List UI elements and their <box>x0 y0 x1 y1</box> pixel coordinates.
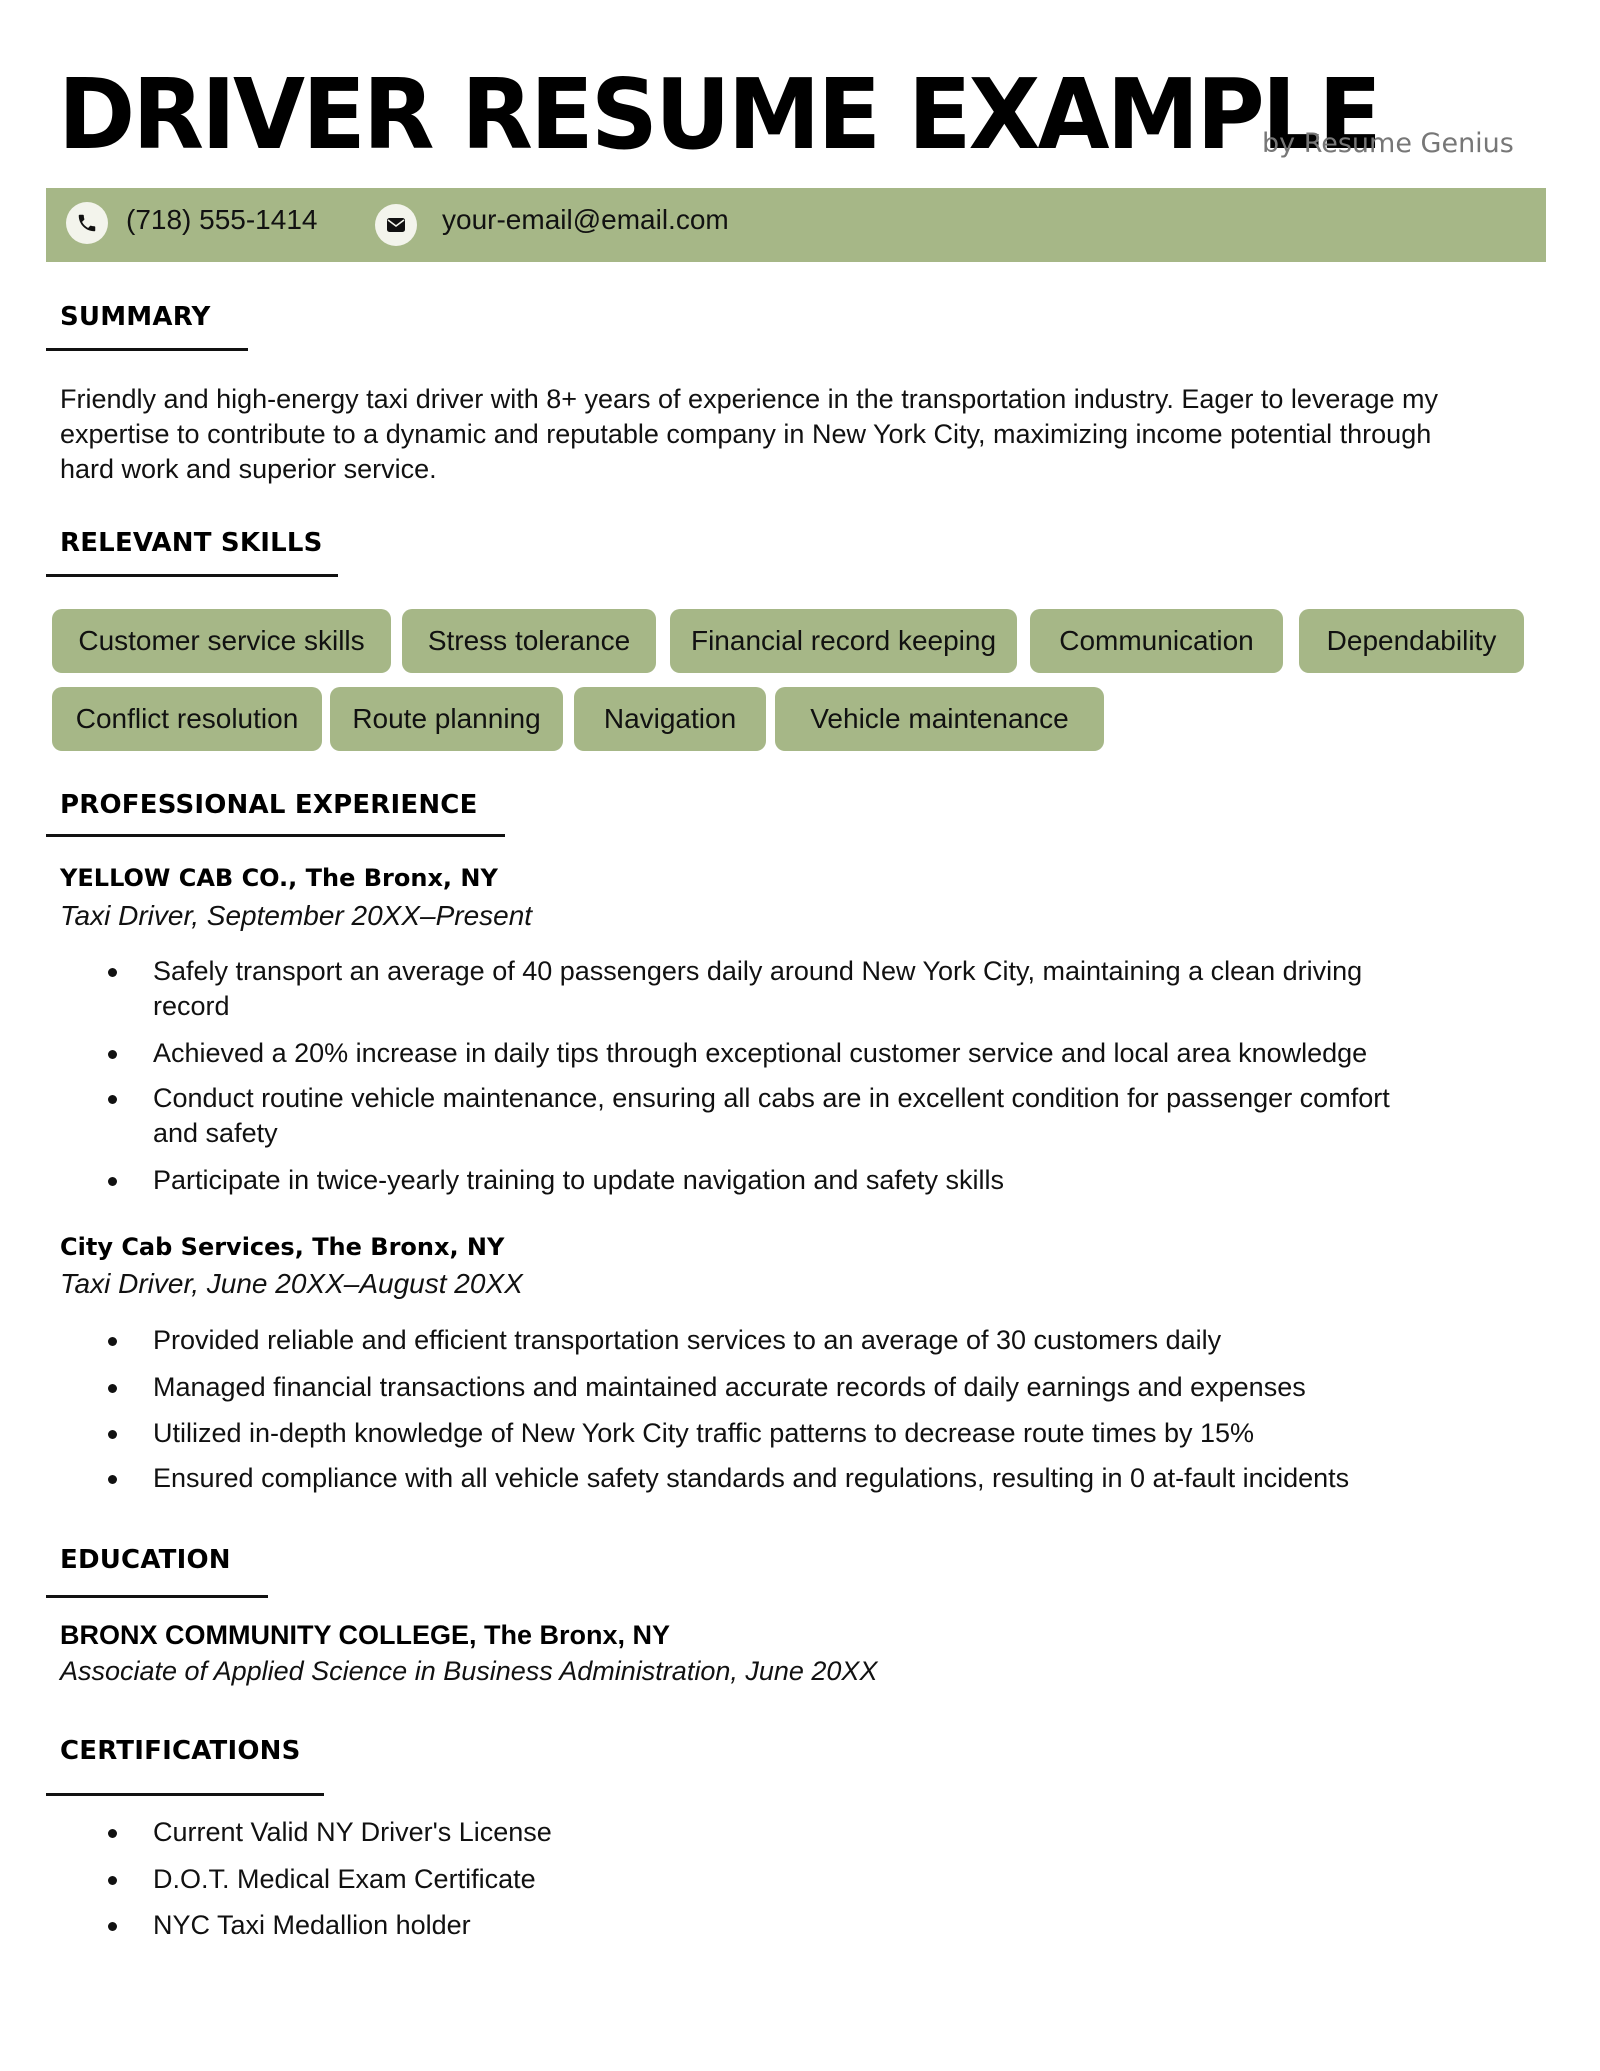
bullet-text: record <box>153 991 230 1021</box>
certification-item: D.O.T. Medical Exam Certificate <box>104 1862 1464 1897</box>
job-bullet: Participate in twice-yearly training to … <box>104 1163 1464 1198</box>
summary-line: expertise to contribute to a dynamic and… <box>60 419 1432 449</box>
skill-tag: Vehicle maintenance <box>775 687 1104 751</box>
page-title: DRIVER RESUME EXAMPLE <box>58 58 1382 171</box>
job-bullet: Utilized in-depth knowledge of New York … <box>104 1416 1464 1451</box>
job-company: City Cab Services, The Bronx, NY <box>60 1233 505 1261</box>
bullet-text: Ensured compliance with all vehicle safe… <box>153 1463 1350 1493</box>
bullet-dot <box>104 1323 153 1358</box>
bullet-text: Current Valid NY Driver's License <box>153 1817 552 1847</box>
certification-item: Current Valid NY Driver's License <box>104 1815 1464 1850</box>
bullet-dot <box>104 1081 153 1151</box>
job-bullet: Provided reliable and efficient transpor… <box>104 1323 1464 1358</box>
summary-heading: SUMMARY <box>60 302 211 332</box>
skill-tag: Customer service skills <box>52 609 391 673</box>
bullet-dot <box>104 954 153 1024</box>
bullet-text: Achieved a 20% increase in daily tips th… <box>153 1038 1368 1068</box>
envelope-icon <box>375 204 417 246</box>
bullet-text: NYC Taxi Medallion holder <box>153 1910 471 1940</box>
bullet-text: D.O.T. Medical Exam Certificate <box>153 1864 536 1894</box>
email-address[interactable]: your-email@email.com <box>442 204 729 236</box>
phone-icon <box>66 202 108 244</box>
education-degree: Associate of Applied Science in Business… <box>60 1656 878 1686</box>
skill-tag: Stress tolerance <box>402 609 656 673</box>
bullet-dot <box>104 1461 153 1496</box>
skill-tag: Navigation <box>574 687 766 751</box>
bullet-text: Utilized in-depth knowledge of New York … <box>153 1418 1255 1448</box>
skill-tag: Conflict resolution <box>52 687 322 751</box>
bullet-text: Participate in twice-yearly training to … <box>153 1165 1004 1195</box>
skills-heading: RELEVANT SKILLS <box>60 528 323 558</box>
job-company: YELLOW CAB CO., The Bronx, NY <box>60 864 498 892</box>
job-role: Taxi Driver, June 20XX–August 20XX <box>60 1268 523 1299</box>
bullet-text: Safely transport an average of 40 passen… <box>153 956 1363 986</box>
bullet-dot <box>104 1370 153 1405</box>
bullet-text: and safety <box>153 1118 278 1148</box>
certification-item: NYC Taxi Medallion holder <box>104 1908 1464 1943</box>
summary-line: hard work and superior service. <box>60 454 437 484</box>
skill-tag: Route planning <box>330 687 563 751</box>
experience-divider <box>46 834 505 837</box>
education-school: BRONX COMMUNITY COLLEGE, The Bronx, NY <box>60 1620 671 1650</box>
bullet-dot <box>104 1163 153 1198</box>
byline: by Resume Genius <box>1262 128 1514 159</box>
summary-text: Friendly and high-energy taxi driver wit… <box>60 382 1540 487</box>
skill-tag: Dependability <box>1299 609 1524 673</box>
bullet-dot <box>104 1908 153 1943</box>
skills-divider <box>46 574 338 577</box>
job-role: Taxi Driver, September 20XX–Present <box>60 900 533 931</box>
job-bullet: Managed financial transactions and maint… <box>104 1370 1464 1405</box>
summary-divider <box>46 348 248 351</box>
education-divider <box>46 1595 268 1598</box>
bullet-dot <box>104 1815 153 1850</box>
job-bullet: Ensured compliance with all vehicle safe… <box>104 1461 1464 1496</box>
skill-tag: Financial record keeping <box>670 609 1017 673</box>
job-bullet: Safely transport an average of 40 passen… <box>104 954 1464 1024</box>
bullet-text: Managed financial transactions and maint… <box>153 1372 1306 1402</box>
job-bullet: Achieved a 20% increase in daily tips th… <box>104 1036 1464 1071</box>
job-bullet: Conduct routine vehicle maintenance, ens… <box>104 1081 1464 1151</box>
experience-heading: PROFESSIONAL EXPERIENCE <box>60 790 478 820</box>
bullet-text: Provided reliable and efficient transpor… <box>153 1325 1222 1355</box>
certifications-heading: CERTIFICATIONS <box>60 1736 301 1766</box>
certifications-divider <box>46 1793 324 1796</box>
skill-tag: Communication <box>1030 609 1283 673</box>
bullet-text: Conduct routine vehicle maintenance, ens… <box>153 1083 1390 1113</box>
bullet-dot <box>104 1036 153 1071</box>
bullet-dot <box>104 1416 153 1451</box>
summary-line: Friendly and high-energy taxi driver wit… <box>60 384 1438 414</box>
phone-number[interactable]: (718) 555-1414 <box>126 204 317 236</box>
education-heading: EDUCATION <box>60 1545 231 1575</box>
bullet-dot <box>104 1862 153 1897</box>
